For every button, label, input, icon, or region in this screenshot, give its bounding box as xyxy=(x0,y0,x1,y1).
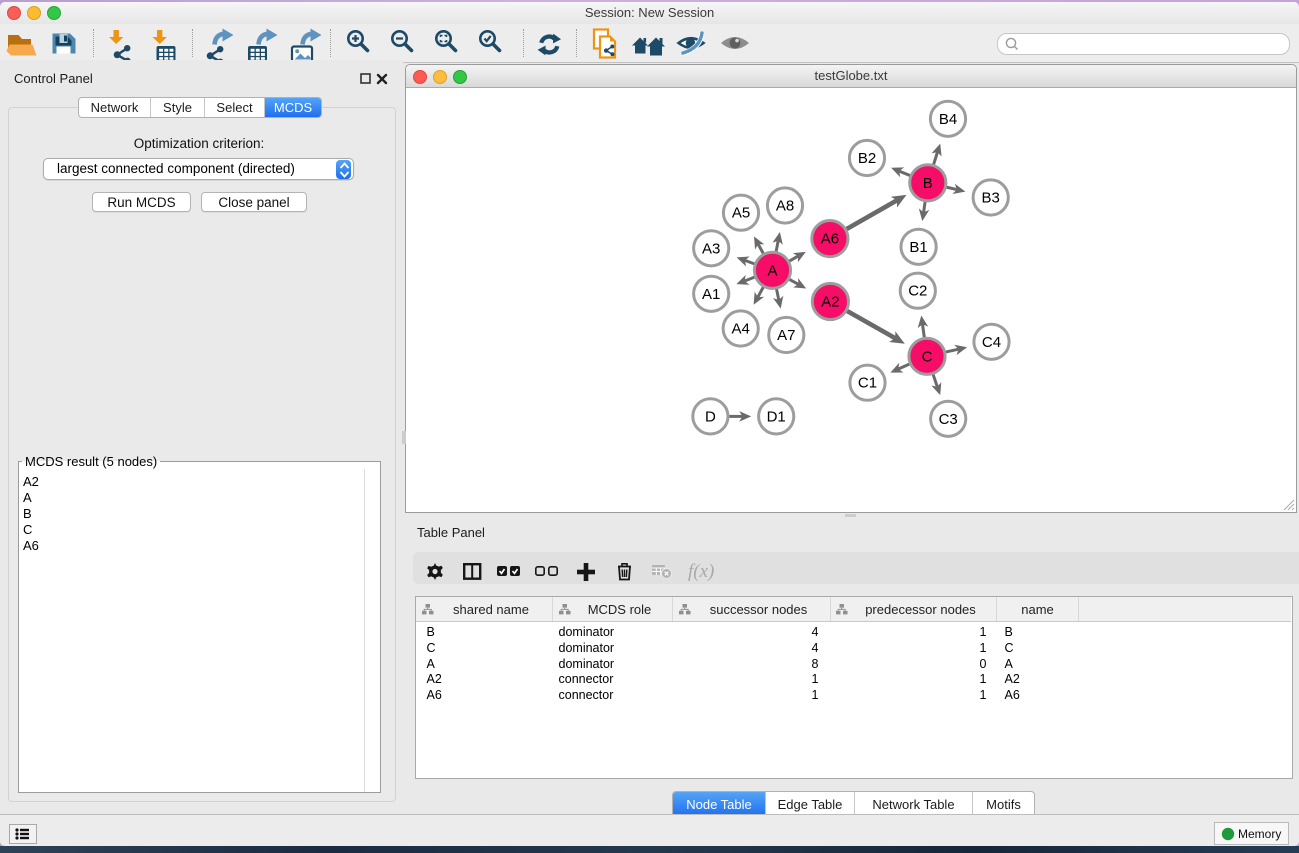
svg-text:C1: C1 xyxy=(858,375,877,392)
svg-text:A8: A8 xyxy=(776,198,794,215)
svg-text:A3: A3 xyxy=(702,240,720,257)
svg-text:A: A xyxy=(767,262,777,279)
svg-text:C4: C4 xyxy=(982,334,1001,351)
svg-text:A7: A7 xyxy=(777,327,795,344)
svg-text:B2: B2 xyxy=(858,150,876,167)
svg-text:A2: A2 xyxy=(821,294,839,311)
svg-text:C3: C3 xyxy=(939,411,958,428)
svg-text:B4: B4 xyxy=(939,111,957,128)
svg-text:C2: C2 xyxy=(908,283,927,300)
svg-text:B1: B1 xyxy=(909,239,927,256)
svg-text:C: C xyxy=(922,348,933,365)
svg-text:D: D xyxy=(705,408,716,425)
svg-text:A6: A6 xyxy=(821,231,839,248)
svg-text:A1: A1 xyxy=(702,286,720,303)
svg-text:A4: A4 xyxy=(732,321,750,338)
svg-text:B: B xyxy=(923,175,933,192)
svg-text:D1: D1 xyxy=(767,408,786,425)
svg-text:A5: A5 xyxy=(732,205,750,222)
svg-text:B3: B3 xyxy=(982,190,1000,207)
